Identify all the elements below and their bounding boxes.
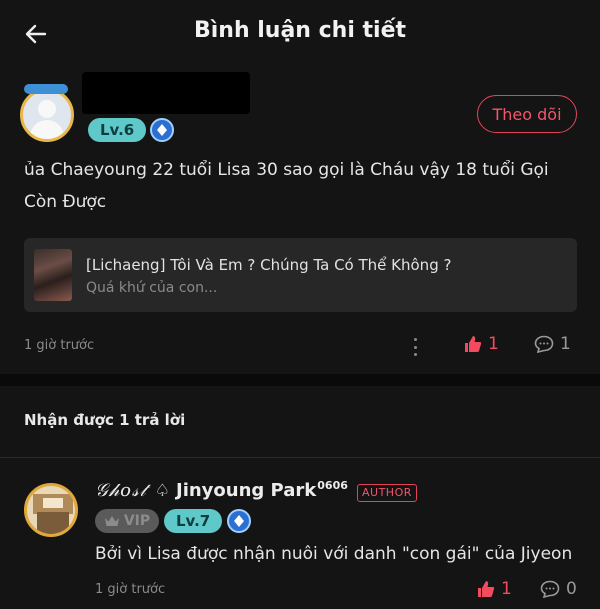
level-badge: Lv.6 [88, 118, 147, 142]
vip-label: VIP [123, 513, 151, 529]
speech-bubble-icon [540, 580, 560, 598]
like-button[interactable]: 1 [477, 579, 512, 599]
avatar-body [30, 120, 64, 139]
story-title: [Lichaeng] Tôi Và Em ? Chúng Ta Có Thể K… [86, 256, 452, 274]
story-excerpt: Quá khứ của con... [86, 280, 218, 296]
more-options-icon[interactable] [411, 338, 419, 356]
reply-count: 1 [560, 334, 571, 354]
avatar-head [38, 100, 56, 118]
comment-text: ủa Chaeyoung 22 tuổi Lisa 30 sao gọi là … [24, 160, 549, 212]
author-badge: AUTHOR [357, 484, 417, 502]
reply-button[interactable]: 0 [540, 579, 577, 599]
reply-author-name[interactable]: 𝒢𝒽𝑜𝓈𝓉 ♤ Jinyoung Park 0606 [95, 479, 348, 501]
author-name: Jinyoung Park [176, 480, 317, 501]
story-cover-image [34, 249, 72, 301]
divider [0, 457, 600, 458]
author-styled-name: 𝒢𝒽𝑜𝓈𝓉 [95, 480, 147, 501]
username-redacted [82, 72, 250, 114]
level-badge: Lv.7 [164, 509, 223, 533]
thumbs-up-icon [478, 581, 495, 597]
page-title: Bình luận chi tiết [193, 18, 407, 43]
replies-heading: Nhận được 1 trả lời [24, 411, 186, 429]
spade-icon: ♤ [154, 481, 170, 501]
thumbs-up-icon [465, 336, 482, 352]
avatar-image-part [43, 498, 63, 508]
reply-count: 0 [566, 579, 577, 599]
diamond-icon [227, 509, 251, 533]
like-button[interactable]: 1 [464, 334, 499, 354]
speech-bubble-icon [534, 335, 554, 353]
like-count: 1 [501, 579, 512, 599]
reply-timestamp: 1 giờ trước [95, 582, 166, 597]
avatar[interactable] [20, 88, 74, 142]
story-card[interactable]: [Lichaeng] Tôi Và Em ? Chúng Ta Có Thể K… [24, 238, 577, 312]
reply-text: Bởi vì Lisa được nhận nuôi với danh "con… [95, 544, 573, 564]
avatar-frame-ribbon [24, 84, 68, 94]
vip-badge: VIP [95, 509, 159, 533]
header: Bình luận chi tiết [0, 0, 600, 66]
reply-button[interactable]: 1 [534, 334, 571, 354]
section-separator [0, 374, 600, 386]
author-name-suffix: 0606 [317, 479, 348, 492]
comment-timestamp: 1 giờ trước [24, 338, 95, 353]
reply-avatar[interactable] [24, 483, 78, 537]
avatar-image-part [37, 512, 69, 534]
like-count: 1 [488, 334, 499, 354]
follow-button[interactable]: Theo dõi [477, 95, 577, 133]
diamond-icon [150, 118, 174, 142]
crown-icon [104, 516, 119, 526]
